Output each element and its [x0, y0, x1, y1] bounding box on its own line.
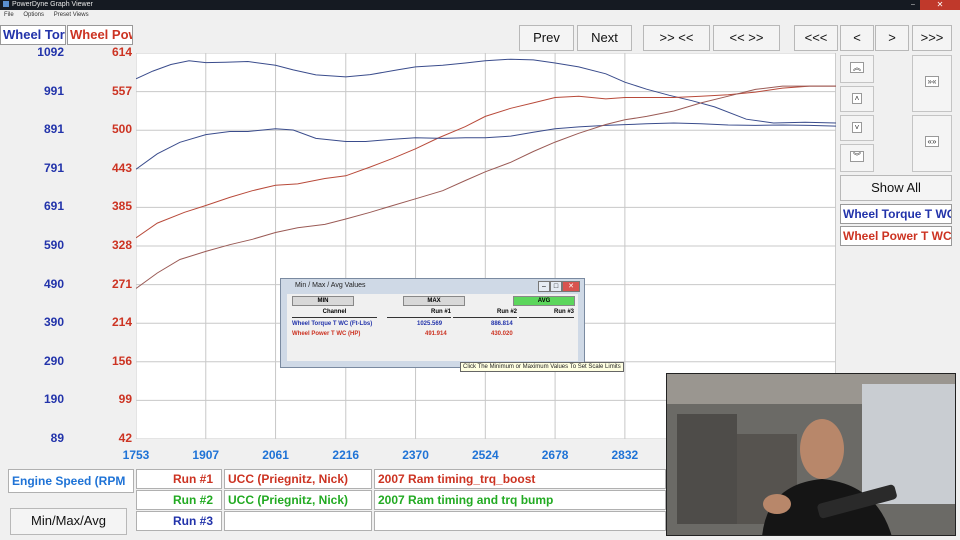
x-axis-channel[interactable]: Engine Speed (RPM [8, 469, 134, 493]
y-left-tick-label: 590 [43, 238, 64, 252]
y-right-tick-label: 271 [111, 276, 132, 291]
run3-customer [224, 511, 372, 531]
run3-title [374, 511, 666, 531]
y-left-tick-label: 190 [43, 392, 64, 407]
y-left-tick-label: 390 [43, 315, 64, 330]
y-left-tick-label: 791 [43, 160, 64, 175]
scale-down-button[interactable]: ˅ [840, 115, 874, 141]
y-right-tick-label: 42 [118, 431, 132, 445]
torque-run1-value[interactable]: 1025.569 [417, 321, 442, 327]
min-button[interactable]: MIN [292, 296, 354, 306]
run2-label[interactable]: Run #2 [136, 490, 222, 510]
power-run1-value[interactable]: 491.914 [425, 331, 447, 337]
torque-axis-header: Wheel Torque T WC [0, 25, 66, 45]
webcam-image [667, 374, 955, 535]
zoom-out-button[interactable]: << >> [713, 25, 780, 51]
avg-button[interactable]: AVG [513, 296, 575, 306]
torque-run2-value[interactable]: 886.814 [491, 321, 513, 327]
y-right-tick-label: 328 [111, 238, 132, 252]
y-right-tick-label: 557 [111, 83, 132, 98]
close-icon[interactable]: ✕ [920, 0, 960, 10]
chevron-down-icon: ˅ [851, 122, 863, 133]
scale-up-button[interactable]: ˄ [840, 86, 874, 112]
min-max-avg-dialog: Min / Max / Avg Values – □ ✕ MIN MAX AVG… [280, 278, 585, 368]
scroll-left-button[interactable]: < [840, 25, 874, 51]
dialog-close-icon[interactable]: ✕ [562, 281, 580, 292]
x-tick-label: 2832 [611, 448, 639, 462]
run1-customer: UCC (Priegnitz, Nick) [224, 469, 372, 489]
app-icon [3, 1, 9, 8]
minimize-icon[interactable]: – [906, 0, 920, 10]
y-left-tick-label: 691 [43, 199, 64, 214]
menu-file[interactable]: File [4, 12, 14, 18]
y-right-tick-label: 385 [111, 199, 132, 214]
power-axis-header: Wheel Power T WC [67, 25, 133, 45]
column-header-run3: Run #3 [519, 308, 574, 318]
shrink-arrows-icon: «» [924, 136, 940, 147]
scale-up-fast-button[interactable]: ︽ [840, 55, 874, 83]
run2-title: 2007 Ram timing and trq bump [374, 490, 666, 510]
y-left-tick-label: 290 [43, 353, 64, 368]
legend-torque[interactable]: Wheel Torque T WC [840, 204, 952, 224]
column-header-run1: Run #1 [387, 308, 451, 318]
y-left-tick-label: 490 [43, 276, 64, 291]
torque-channel-name: Wheel Torque T WC (Ft-Lbs) [292, 321, 373, 327]
scale-limits-tooltip: Click The Minimum or Maximum Values To S… [460, 362, 624, 372]
run3-label[interactable]: Run #3 [136, 511, 222, 531]
x-tick-label: 2524 [471, 448, 499, 462]
expand-range-button[interactable]: »« [912, 55, 952, 112]
next-button[interactable]: Next [577, 25, 632, 51]
y-right-tick-label: 500 [111, 122, 132, 137]
presenter-webcam [666, 373, 956, 536]
dialog-maximize-icon[interactable]: □ [550, 281, 562, 292]
run1-title: 2007 Ram timing_trq_boost [374, 469, 666, 489]
zoom-in-button[interactable]: >> << [643, 25, 710, 51]
window-title: PowerDyne Graph Viewer [12, 1, 93, 8]
scroll-right-button[interactable]: > [875, 25, 909, 51]
x-tick-label: 2678 [541, 448, 569, 462]
column-header-run2: Run #2 [453, 308, 517, 318]
power-channel-name: Wheel Power T WC (HP) [292, 331, 361, 337]
run1-label[interactable]: Run #1 [136, 469, 222, 489]
max-button[interactable]: MAX [403, 296, 465, 306]
menu-bar: File Options Preset Views [0, 10, 960, 20]
double-chevron-up-icon: ︽ [850, 62, 864, 73]
legend-power[interactable]: Wheel Power T WC [840, 226, 952, 246]
scroll-far-left-button[interactable]: <<< [794, 25, 838, 51]
x-tick-label: 2061 [262, 448, 289, 462]
scroll-far-right-button[interactable]: >>> [912, 25, 952, 51]
run2-customer: UCC (Priegnitz, Nick) [224, 490, 372, 510]
y-right-tick-label: 99 [118, 392, 132, 407]
shrink-range-button[interactable]: «» [912, 115, 952, 172]
y-right-tick-label: 214 [111, 315, 132, 330]
y-right-tick-label: 156 [111, 353, 132, 368]
y-right-tick-label: 614 [111, 45, 132, 59]
double-chevron-down-icon: ︾ [850, 151, 864, 162]
y-left-tick-label: 1092 [37, 45, 64, 59]
min-max-avg-button[interactable]: Min/Max/Avg [10, 508, 127, 535]
y-left-tick-label: 991 [43, 83, 64, 98]
y-right-tick-label: 443 [111, 160, 132, 175]
menu-preset-views[interactable]: Preset Views [54, 12, 89, 18]
y-left-tick-label: 891 [43, 122, 64, 137]
column-header-channel: Channel [292, 308, 377, 318]
expand-arrows-icon: »« [924, 76, 940, 87]
menu-options[interactable]: Options [23, 12, 44, 18]
power-run2-value[interactable]: 430.020 [491, 331, 513, 337]
prev-button[interactable]: Prev [519, 25, 574, 51]
dialog-title: Min / Max / Avg Values [295, 282, 366, 289]
dialog-body: MIN MAX AVG Channel Run #1 Run #2 Run #3… [287, 294, 578, 361]
scale-down-fast-button[interactable]: ︾ [840, 144, 874, 172]
x-tick-label: 1753 [122, 448, 150, 462]
x-tick-label: 2370 [402, 448, 429, 462]
x-tick-label: 1907 [192, 448, 220, 462]
show-all-button[interactable]: Show All [840, 175, 952, 201]
y-left-tick-label: 89 [50, 431, 64, 445]
window-titlebar: PowerDyne Graph Viewer – ✕ [0, 0, 960, 10]
chevron-up-icon: ˄ [851, 93, 863, 104]
dialog-minimize-icon[interactable]: – [538, 281, 550, 292]
x-tick-label: 2216 [332, 448, 360, 462]
